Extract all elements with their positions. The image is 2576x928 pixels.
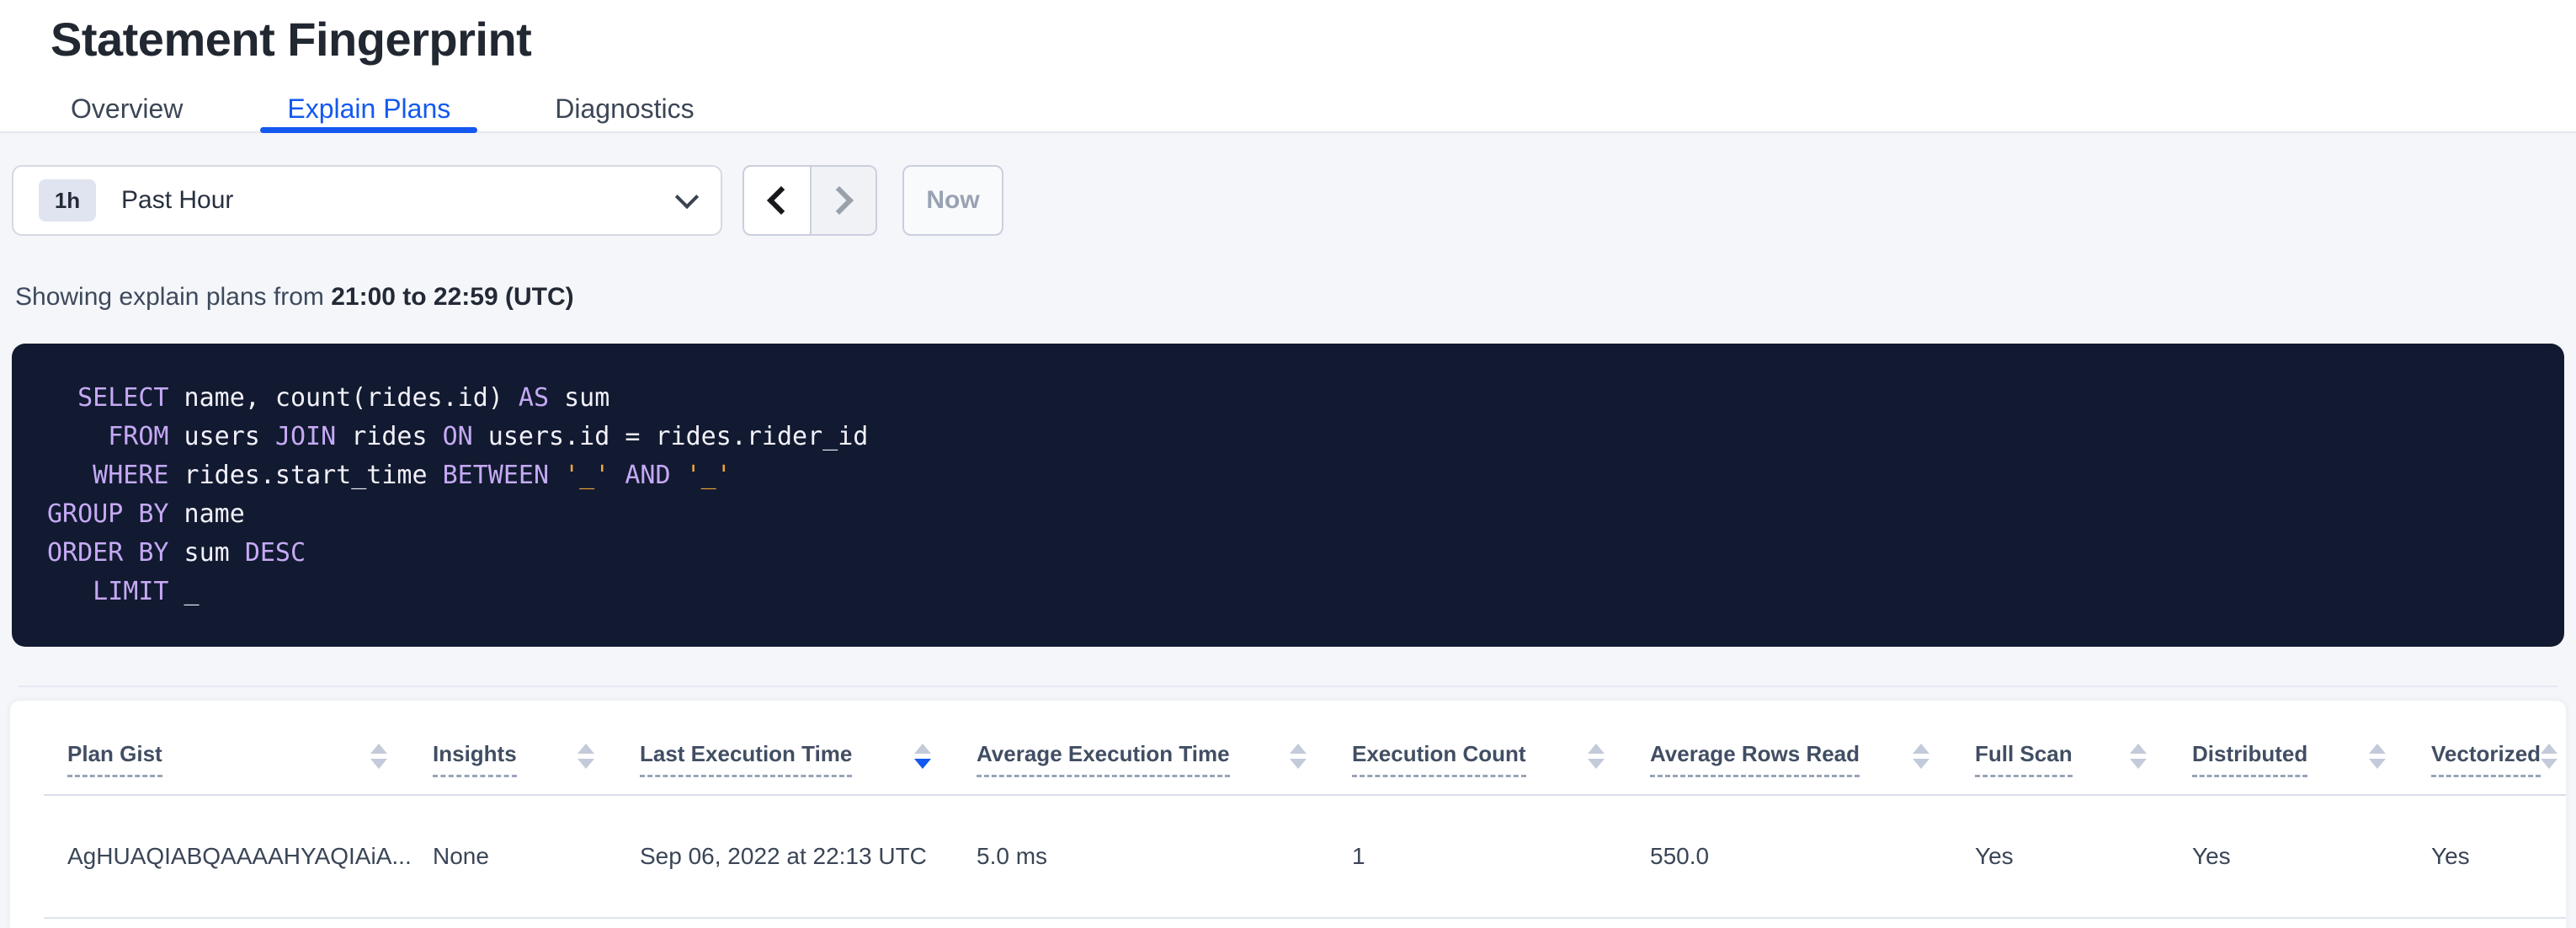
column-header-full-scan[interactable]: Full Scan — [1975, 741, 2192, 777]
table-header-row: Plan Gist Insights Last Execution Time Aver… — [10, 701, 2566, 777]
cell-execution-count: 1 — [1352, 843, 1650, 870]
sql-token-id: name — [169, 499, 245, 529]
sql-token-kw: BETWEEN — [443, 461, 549, 490]
time-nav-group — [742, 165, 877, 236]
table-body: AgHUAQIABQAAAAHYAQIAiA...NoneSep 06, 202… — [10, 796, 2566, 919]
column-label: Execution Count — [1352, 741, 1526, 777]
sql-token-kw: DESC — [245, 538, 306, 568]
sql-line: FROM users JOIN rides ON users.id = ride… — [47, 418, 2527, 456]
sort-arrows-icon — [370, 744, 387, 769]
section-divider — [19, 685, 2557, 687]
sql-line: WHERE rides.start_time BETWEEN '_' AND '… — [47, 456, 2527, 495]
time-range-badge: 1h — [39, 179, 96, 221]
sql-token-kw: SELECT — [47, 383, 169, 413]
tab-explain-plans[interactable]: Explain Plans — [260, 84, 477, 133]
cell-full-scan: Yes — [1975, 843, 2192, 870]
sql-token-kw: ON — [443, 422, 473, 451]
column-header-insights[interactable]: Insights — [433, 741, 640, 777]
chevron-down-icon — [675, 185, 699, 209]
column-label: Vectorized — [2431, 741, 2541, 777]
sql-token-id: sum — [169, 538, 245, 568]
sort-arrows-icon — [2130, 744, 2147, 769]
page-title: Statement Fingerprint — [51, 12, 2576, 67]
column-label: Full Scan — [1975, 741, 2073, 777]
sql-token-lit: '_' — [686, 461, 732, 490]
sql-token-id — [609, 461, 625, 490]
summary-prefix: Showing explain plans from — [15, 283, 331, 311]
sql-token-kw: FROM — [47, 422, 169, 451]
time-range-dropdown[interactable]: 1h Past Hour — [12, 165, 722, 236]
tabs: Overview Explain Plans Diagnostics — [44, 84, 772, 133]
cell-plan-gist[interactable]: AgHUAQIABQAAAAHYAQIAiA... — [67, 843, 433, 870]
prev-time-button[interactable] — [744, 167, 810, 234]
column-label: Plan Gist — [67, 741, 162, 777]
sql-line: ORDER BY sum DESC — [47, 534, 2527, 573]
column-header-distributed[interactable]: Distributed — [2192, 741, 2431, 777]
column-header-last-execution-time[interactable]: Last Execution Time — [640, 741, 977, 777]
sql-token-id: sum — [549, 383, 609, 413]
sort-arrows-icon — [1290, 744, 1307, 769]
column-label: Average Rows Read — [1650, 741, 1860, 777]
page-header: Statement Fingerprint Overview Explain Pl… — [0, 0, 2576, 133]
explain-plans-panel: 1h Past Hour Now Showing explain plans f… — [0, 165, 2576, 928]
column-header-average-rows-read[interactable]: Average Rows Read — [1650, 741, 1975, 777]
time-range-label: Past Hour — [121, 186, 233, 215]
column-label: Average Execution Time — [977, 741, 1230, 777]
sort-arrows-icon — [1913, 744, 1929, 769]
sql-token-id: rides — [336, 422, 442, 451]
sql-token-id: users — [169, 422, 275, 451]
sql-token-id: users.id = rides.rider_id — [473, 422, 869, 451]
cell-average-rows-read: 550.0 — [1650, 843, 1975, 870]
column-label: Insights — [433, 741, 517, 777]
sql-token-kw: GROUP BY — [47, 499, 169, 529]
table-row: AgHUAQIABQAAAAHYAQIAiA...NoneSep 06, 202… — [10, 796, 2566, 917]
sql-statement-box: SELECT name, count(rides.id) AS sum FROM… — [12, 344, 2564, 647]
tab-diagnostics[interactable]: Diagnostics — [528, 84, 721, 133]
column-header-plan-gist[interactable]: Plan Gist — [67, 741, 433, 777]
next-time-button[interactable] — [810, 167, 876, 234]
sort-arrows-icon — [2369, 744, 2386, 769]
cell-insights: None — [433, 843, 640, 870]
sql-token-kw: AND — [625, 461, 670, 490]
column-header-execution-count[interactable]: Execution Count — [1352, 741, 1650, 777]
column-label: Last Execution Time — [640, 741, 852, 777]
showing-plans-summary: Showing explain plans from 21:00 to 22:5… — [15, 283, 2576, 312]
column-header-vectorized[interactable]: Vectorized — [2431, 741, 2566, 777]
summary-time-range: 21:00 to 22:59 (UTC) — [331, 283, 573, 311]
chevron-left-icon — [767, 186, 796, 215]
sort-arrows-icon — [2541, 744, 2557, 769]
sql-token-kw: JOIN — [275, 422, 336, 451]
sort-arrows-icon — [914, 744, 931, 769]
sql-line: SELECT name, count(rides.id) AS sum — [47, 379, 2527, 418]
chevron-right-icon — [825, 186, 854, 215]
explain-plans-table-card: Plan Gist Insights Last Execution Time Aver… — [10, 701, 2566, 928]
sql-token-id: _ — [169, 577, 200, 606]
cell-average-execution-time: 5.0 ms — [977, 843, 1352, 870]
row-divider — [44, 917, 2566, 919]
tab-overview[interactable]: Overview — [44, 84, 210, 133]
sql-line: GROUP BY name — [47, 495, 2527, 534]
sql-token-kw: LIMIT — [47, 577, 169, 606]
sort-arrows-icon — [577, 744, 594, 769]
sql-line: LIMIT _ — [47, 573, 2527, 611]
time-controls: 1h Past Hour Now — [12, 165, 2564, 236]
cell-vectorized: Yes — [2431, 843, 2566, 870]
column-label: Distributed — [2192, 741, 2307, 777]
column-header-average-execution-time[interactable]: Average Execution Time — [977, 741, 1352, 777]
sql-token-kw: WHERE — [47, 461, 169, 490]
sql-token-id: rides.start_time — [169, 461, 443, 490]
cell-last-execution-time: Sep 06, 2022 at 22:13 UTC — [640, 843, 977, 870]
now-button[interactable]: Now — [902, 165, 1003, 236]
sql-token-id — [671, 461, 686, 490]
sql-token-lit: '_' — [564, 461, 609, 490]
sql-token-id: name, count(rides.id) — [169, 383, 519, 413]
sql-token-id — [549, 461, 564, 490]
sql-token-kw: ORDER BY — [47, 538, 169, 568]
sql-token-kw: AS — [519, 383, 549, 413]
cell-distributed: Yes — [2192, 843, 2431, 870]
sort-arrows-icon — [1588, 744, 1605, 769]
